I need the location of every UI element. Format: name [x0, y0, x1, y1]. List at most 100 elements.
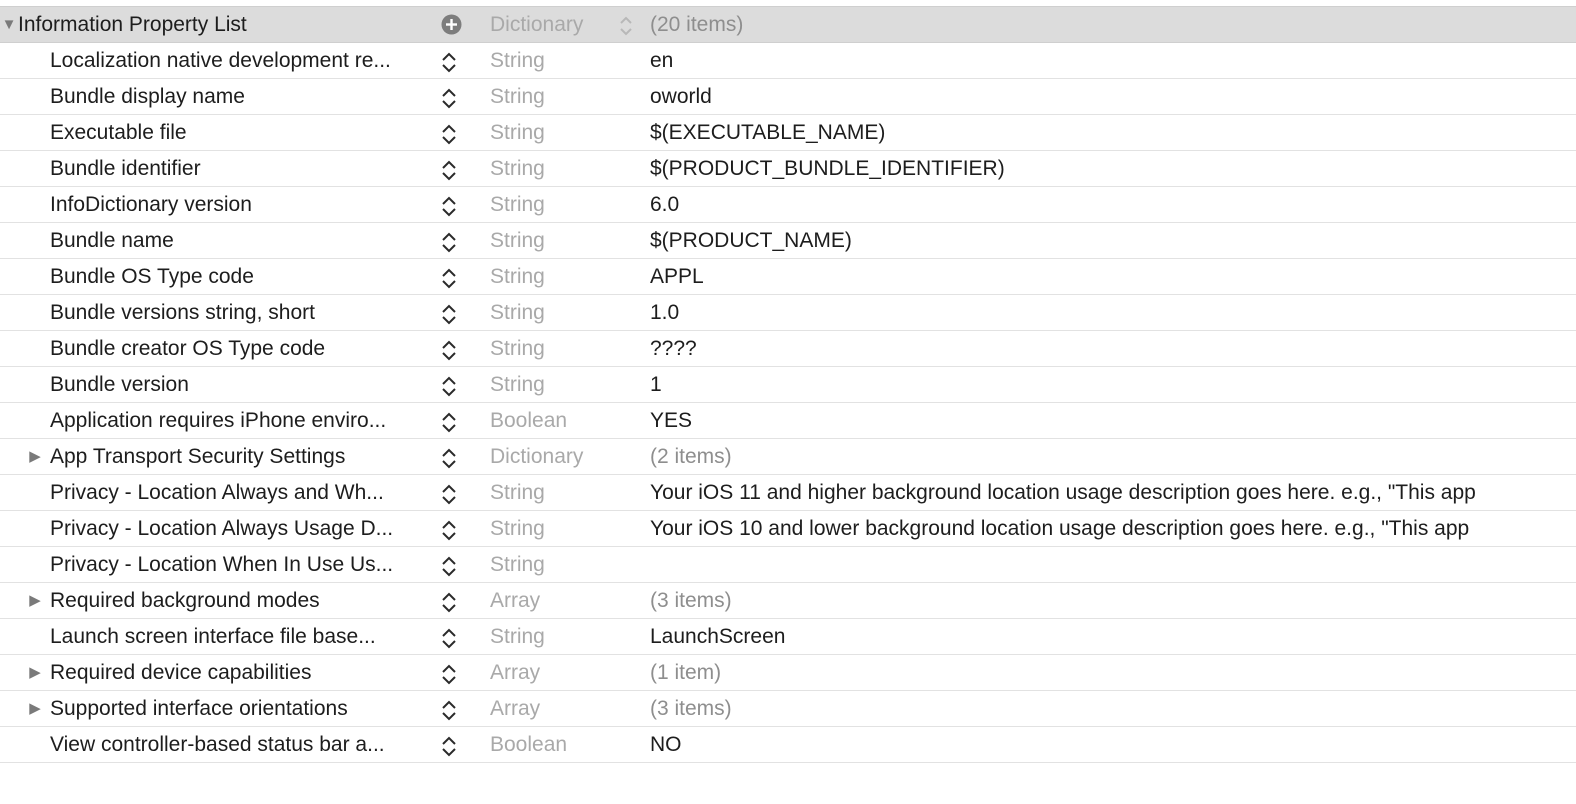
- row-value[interactable]: Your iOS 11 and higher background locati…: [650, 475, 1576, 510]
- key-stepper-icon[interactable]: [439, 698, 459, 722]
- disclosure-triangle-right-icon[interactable]: ▶: [26, 655, 44, 690]
- key-stepper-icon[interactable]: [439, 554, 459, 578]
- row-key[interactable]: Bundle identifier: [50, 151, 432, 186]
- key-stepper-icon[interactable]: [439, 410, 459, 434]
- row-key[interactable]: Privacy - Location Always and Wh...: [50, 475, 432, 510]
- key-stepper-icon[interactable]: [439, 662, 459, 686]
- row-value[interactable]: en: [650, 43, 1576, 78]
- row-type[interactable]: Boolean: [490, 727, 620, 762]
- key-stepper-icon[interactable]: [439, 230, 459, 254]
- row-key[interactable]: View controller-based status bar a...: [50, 727, 432, 762]
- row-key[interactable]: Supported interface orientations: [50, 691, 432, 726]
- plist-row[interactable]: Bundle creator OS Type code String????: [0, 331, 1576, 367]
- key-stepper-icon[interactable]: [439, 590, 459, 614]
- row-type[interactable]: String: [490, 547, 620, 582]
- row-key[interactable]: Required device capabilities: [50, 655, 432, 690]
- row-value[interactable]: Your iOS 10 and lower background locatio…: [650, 511, 1576, 546]
- plist-row[interactable]: Application requires iPhone enviro... Boo…: [0, 403, 1576, 439]
- key-stepper-icon[interactable]: [439, 482, 459, 506]
- row-type[interactable]: String: [490, 619, 620, 654]
- key-stepper-icon[interactable]: [439, 194, 459, 218]
- row-type[interactable]: Array: [490, 583, 620, 618]
- plist-row[interactable]: Privacy - Location When In Use Us... Stri…: [0, 547, 1576, 583]
- row-value[interactable]: oworld: [650, 79, 1576, 114]
- row-type[interactable]: String: [490, 259, 620, 294]
- plist-row[interactable]: Bundle name String $(PRODUCT_NAME): [0, 223, 1576, 259]
- row-key[interactable]: Localization native development re...: [50, 43, 432, 78]
- row-type[interactable]: String: [490, 151, 620, 186]
- row-key[interactable]: Bundle creator OS Type code: [50, 331, 432, 366]
- row-value[interactable]: APPL: [650, 259, 1576, 294]
- row-value[interactable]: LaunchScreen: [650, 619, 1576, 654]
- key-stepper-icon[interactable]: [439, 50, 459, 74]
- row-type[interactable]: Array: [490, 691, 620, 726]
- key-stepper-icon[interactable]: [439, 86, 459, 110]
- plist-row[interactable]: Executable file String $(EXECUTABLE_NAME): [0, 115, 1576, 151]
- plist-row[interactable]: View controller-based status bar a... Boo…: [0, 727, 1576, 763]
- row-value[interactable]: 1: [650, 367, 1576, 402]
- row-type[interactable]: String: [490, 475, 620, 510]
- row-type[interactable]: String: [490, 115, 620, 150]
- row-key[interactable]: Bundle version: [50, 367, 432, 402]
- row-key[interactable]: Bundle versions string, short: [50, 295, 432, 330]
- row-type[interactable]: String: [490, 331, 620, 366]
- plist-row[interactable]: Privacy - Location Always Usage D... Stri…: [0, 511, 1576, 547]
- row-type[interactable]: String: [490, 511, 620, 546]
- plist-row[interactable]: Bundle OS Type code String APPL: [0, 259, 1576, 295]
- plist-row[interactable]: InfoDictionary version String 6.0: [0, 187, 1576, 223]
- key-stepper-icon[interactable]: [439, 518, 459, 542]
- row-type[interactable]: String: [490, 79, 620, 114]
- row-type[interactable]: String: [490, 295, 620, 330]
- key-stepper-icon[interactable]: [439, 302, 459, 326]
- row-type[interactable]: String: [490, 43, 620, 78]
- key-stepper-icon[interactable]: [439, 626, 459, 650]
- plist-row[interactable]: Bundle display name String oworld: [0, 79, 1576, 115]
- row-type[interactable]: String: [490, 187, 620, 222]
- plist-row[interactable]: Privacy - Location Always and Wh... Strin…: [0, 475, 1576, 511]
- type-stepper-icon[interactable]: [616, 14, 636, 38]
- row-type[interactable]: String: [490, 223, 620, 258]
- row-value[interactable]: $(PRODUCT_BUNDLE_IDENTIFIER): [650, 151, 1576, 186]
- row-key[interactable]: Privacy - Location When In Use Us...: [50, 547, 432, 582]
- disclosure-triangle-down-icon[interactable]: ▼: [0, 7, 18, 42]
- row-key[interactable]: Required background modes: [50, 583, 432, 618]
- key-stepper-icon[interactable]: [439, 446, 459, 470]
- disclosure-triangle-right-icon[interactable]: ▶: [26, 691, 44, 726]
- key-stepper-icon[interactable]: [439, 266, 459, 290]
- key-stepper-icon[interactable]: [439, 734, 459, 758]
- row-key[interactable]: Bundle name: [50, 223, 432, 258]
- row-key[interactable]: Launch screen interface file base...: [50, 619, 432, 654]
- plist-row[interactable]: ▶ Required device capabilities Array (1 ite…: [0, 655, 1576, 691]
- plist-row[interactable]: Bundle version String 1: [0, 367, 1576, 403]
- plist-row[interactable]: Localization native development re... Str…: [0, 43, 1576, 79]
- row-value[interactable]: 1.0: [650, 295, 1576, 330]
- row-value[interactable]: [650, 547, 1576, 582]
- row-key[interactable]: Bundle display name: [50, 79, 432, 114]
- row-type[interactable]: Dictionary: [490, 439, 620, 474]
- key-stepper-icon[interactable]: [439, 158, 459, 182]
- row-key[interactable]: App Transport Security Settings: [50, 439, 432, 474]
- row-value[interactable]: ????: [650, 331, 1576, 366]
- row-key[interactable]: Executable file: [50, 115, 432, 150]
- row-value[interactable]: $(PRODUCT_NAME): [650, 223, 1576, 258]
- plist-row[interactable]: ▶ App Transport Security Settings Dictiona…: [0, 439, 1576, 475]
- row-key[interactable]: InfoDictionary version: [50, 187, 432, 222]
- row-key[interactable]: Privacy - Location Always Usage D...: [50, 511, 432, 546]
- plist-row[interactable]: Bundle identifier String $(PRODUCT_BUNDLE_…: [0, 151, 1576, 187]
- row-type[interactable]: String: [490, 367, 620, 402]
- key-stepper-icon[interactable]: [439, 338, 459, 362]
- plist-row[interactable]: ▶ Supported interface orientations Array (3…: [0, 691, 1576, 727]
- key-stepper-icon[interactable]: [439, 374, 459, 398]
- plist-row[interactable]: Bundle versions string, short String 1.0: [0, 295, 1576, 331]
- plist-row[interactable]: ▶ Required background modes Array (3 items): [0, 583, 1576, 619]
- row-value[interactable]: NO: [650, 727, 1576, 762]
- row-key[interactable]: Bundle OS Type code: [50, 259, 432, 294]
- disclosure-triangle-right-icon[interactable]: ▶: [26, 583, 44, 618]
- disclosure-triangle-right-icon[interactable]: ▶: [26, 439, 44, 474]
- row-value[interactable]: 6.0: [650, 187, 1576, 222]
- root-type[interactable]: Dictionary: [490, 7, 620, 42]
- add-item-icon[interactable]: [441, 14, 462, 35]
- row-key[interactable]: Application requires iPhone enviro...: [50, 403, 432, 438]
- row-value[interactable]: $(EXECUTABLE_NAME): [650, 115, 1576, 150]
- key-stepper-icon[interactable]: [439, 122, 459, 146]
